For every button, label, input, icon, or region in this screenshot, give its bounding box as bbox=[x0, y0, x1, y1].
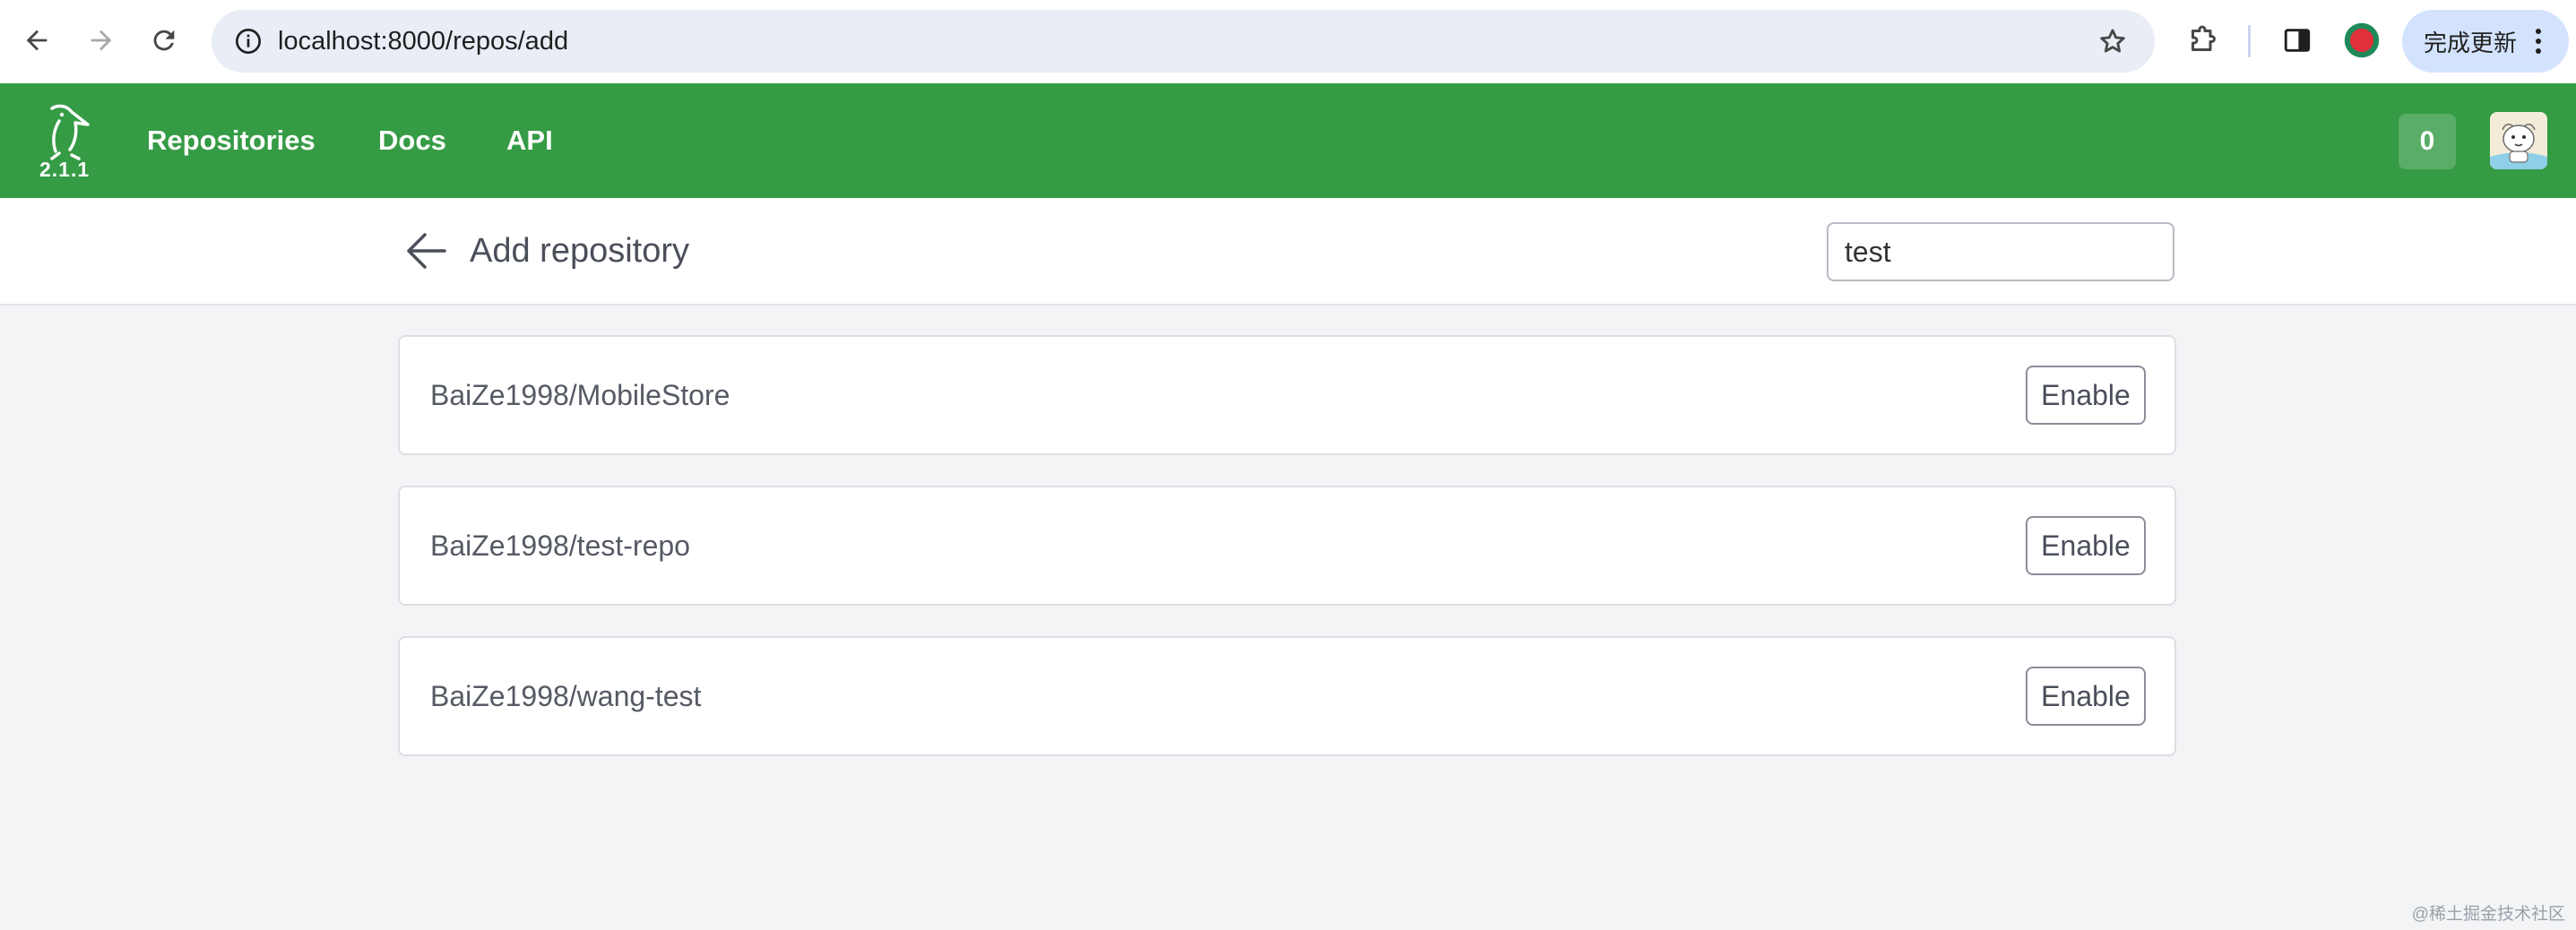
repo-name: BaiZe1998/wang-test bbox=[430, 680, 702, 712]
page-title: Add repository bbox=[470, 232, 690, 270]
site-info-icon[interactable] bbox=[229, 22, 267, 60]
arrow-left-icon bbox=[26, 30, 48, 51]
list-item: BaiZe1998/MobileStore Enable bbox=[398, 335, 2176, 455]
repo-name: BaiZe1998/MobileStore bbox=[430, 379, 730, 411]
toolbar-divider bbox=[2248, 25, 2251, 57]
profile-icon bbox=[2344, 22, 2380, 58]
enable-button[interactable]: Enable bbox=[2026, 667, 2146, 726]
watermark: @稀土掘金技术社区 bbox=[2411, 905, 2565, 924]
list-item: BaiZe1998/wang-test Enable bbox=[398, 636, 2176, 756]
bookmark-star-icon[interactable] bbox=[2092, 21, 2133, 62]
side-panel-button[interactable] bbox=[2269, 13, 2325, 68]
search-input[interactable] bbox=[1827, 222, 2174, 281]
enable-button[interactable]: Enable bbox=[2026, 366, 2146, 425]
update-button[interactable]: 完成更新 bbox=[2402, 10, 2569, 73]
repo-name: BaiZe1998/test-repo bbox=[430, 530, 690, 562]
update-label: 完成更新 bbox=[2424, 29, 2518, 56]
enable-button[interactable]: Enable bbox=[2026, 516, 2146, 575]
nav-repositories[interactable]: Repositories bbox=[147, 83, 316, 198]
list-item: BaiZe1998/test-repo Enable bbox=[398, 486, 2176, 606]
reload-icon bbox=[153, 30, 175, 51]
browser-toolbar: localhost:8000/repos/add 完成更新 bbox=[0, 0, 2576, 83]
url-text[interactable]: localhost:8000/repos/add bbox=[278, 10, 568, 73]
profile-button[interactable] bbox=[2334, 13, 2390, 68]
back-arrow-icon[interactable] bbox=[403, 230, 448, 271]
avatar[interactable] bbox=[2490, 112, 2547, 169]
page-header: Add repository bbox=[0, 198, 2576, 306]
side-panel-icon bbox=[2284, 29, 2311, 52]
nav-api[interactable]: API bbox=[506, 83, 553, 198]
user-avatar-icon bbox=[2490, 112, 2547, 169]
extensions-button[interactable] bbox=[2174, 13, 2230, 68]
more-vertical-icon[interactable] bbox=[2529, 29, 2547, 54]
arrow-right-icon bbox=[91, 30, 112, 51]
build-count-badge[interactable]: 0 bbox=[2399, 114, 2456, 169]
forward-button[interactable] bbox=[73, 13, 129, 68]
nav-docs[interactable]: Docs bbox=[378, 83, 446, 198]
address-bar[interactable]: localhost:8000/repos/add bbox=[212, 10, 2155, 73]
puzzle-icon bbox=[2191, 25, 2216, 51]
back-button[interactable] bbox=[9, 13, 65, 68]
app-version: 2.1.1 bbox=[39, 158, 91, 181]
app-header: 2.1.1 Repositories Docs API 0 bbox=[0, 83, 2576, 198]
reload-button[interactable] bbox=[136, 13, 192, 68]
